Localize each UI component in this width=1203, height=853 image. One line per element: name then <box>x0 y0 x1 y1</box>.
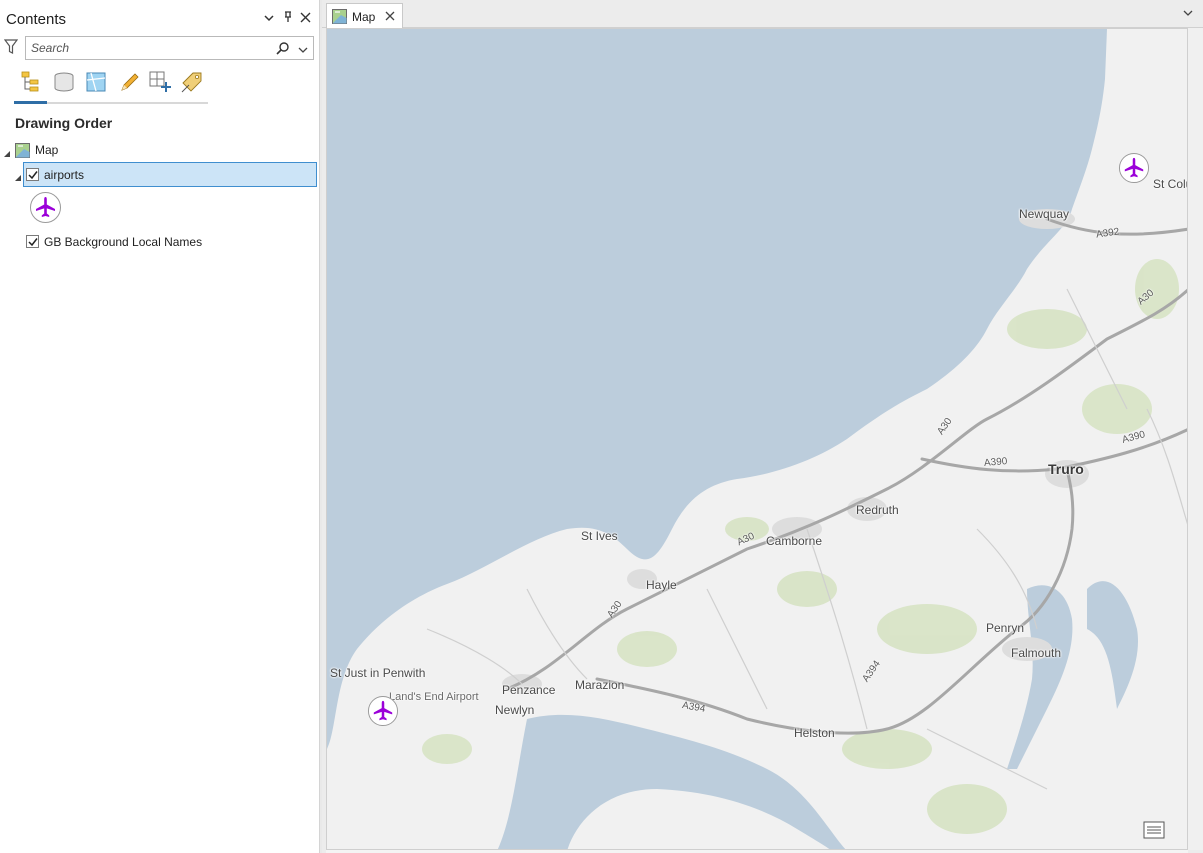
list-by-selection-icon[interactable] <box>81 68 109 96</box>
place-label: St Just in Penwith <box>330 666 426 680</box>
place-label: Penryn <box>986 621 1025 635</box>
map-canvas[interactable]: St Colu Newquay Truro Redruth Camborne S… <box>326 28 1188 850</box>
vertical-scrollbar[interactable] <box>1188 28 1203 850</box>
list-by-snapping-icon[interactable] <box>145 68 173 96</box>
place-label: Newlyn <box>495 703 535 717</box>
layer-label: airports <box>44 168 85 182</box>
list-by-data-source-icon[interactable] <box>49 68 77 96</box>
collapse-triangle-icon[interactable] <box>14 171 22 181</box>
airplane-icon[interactable] <box>29 191 62 229</box>
tab-label: Map <box>352 10 376 24</box>
place-label: Penzance <box>502 683 556 697</box>
close-pane-icon[interactable] <box>300 11 311 26</box>
tab-map[interactable]: Map <box>326 3 403 28</box>
list-by-drawing-order-icon[interactable] <box>16 68 44 96</box>
map-icon <box>15 143 30 161</box>
place-label: Newquay <box>1019 207 1070 221</box>
tree-item-gb-background-local-names[interactable]: GB Background Local Names <box>23 230 317 254</box>
contents-pane: Contents Search Drawing Order Map airpor… <box>0 0 320 853</box>
search-options-chevron-icon[interactable] <box>298 42 308 53</box>
pane-options-chevron-icon[interactable] <box>264 11 274 26</box>
layer-visibility-checkbox[interactable] <box>26 168 39 181</box>
basemap-graphic <box>327 29 1187 849</box>
airplane-icon[interactable] <box>367 695 399 727</box>
contents-view-toolbar <box>14 68 208 104</box>
layer-label: GB Background Local Names <box>44 235 203 249</box>
search-box <box>25 36 314 60</box>
layer-visibility-checkbox[interactable] <box>26 235 39 248</box>
map-label: Map <box>35 143 59 157</box>
list-by-labeling-icon[interactable] <box>177 68 205 96</box>
list-by-editing-icon[interactable] <box>114 68 142 96</box>
drawing-order-heading: Drawing Order <box>15 115 113 131</box>
view-tab-bar: Map <box>322 0 1203 28</box>
pane-title: Contents <box>6 11 67 28</box>
place-label: Redruth <box>856 503 899 517</box>
land-area <box>327 29 1187 849</box>
road-label: A390 <box>983 456 1008 469</box>
filter-icon[interactable] <box>3 39 19 55</box>
map-legend-icon[interactable] <box>1143 821 1165 839</box>
place-label: Marazion <box>575 678 625 692</box>
tab-overflow-chevron-icon[interactable] <box>1183 8 1193 21</box>
pin-icon[interactable] <box>283 11 293 26</box>
search-input[interactable] <box>31 40 271 56</box>
search-icon[interactable] <box>276 41 291 56</box>
place-label: Falmouth <box>1011 646 1062 660</box>
place-label: Helston <box>794 726 835 740</box>
map-icon <box>332 9 347 29</box>
active-view-indicator <box>14 101 47 104</box>
place-label: Hayle <box>646 578 677 592</box>
airplane-icon[interactable] <box>1118 152 1150 184</box>
place-label: St Colu <box>1153 177 1187 191</box>
place-label: Truro <box>1048 461 1084 477</box>
tree-item-map[interactable]: Map <box>0 139 318 163</box>
place-label: Camborne <box>766 534 823 548</box>
collapse-triangle-icon[interactable] <box>3 147 11 157</box>
close-tab-icon[interactable] <box>385 9 395 24</box>
tree-item-airports[interactable]: airports <box>15 162 317 187</box>
place-label: Land's End Airport <box>389 691 479 703</box>
map-view: Map St Col Newquay Truro Redruth Camborn… <box>322 0 1203 853</box>
place-label: St Ives <box>581 529 618 543</box>
